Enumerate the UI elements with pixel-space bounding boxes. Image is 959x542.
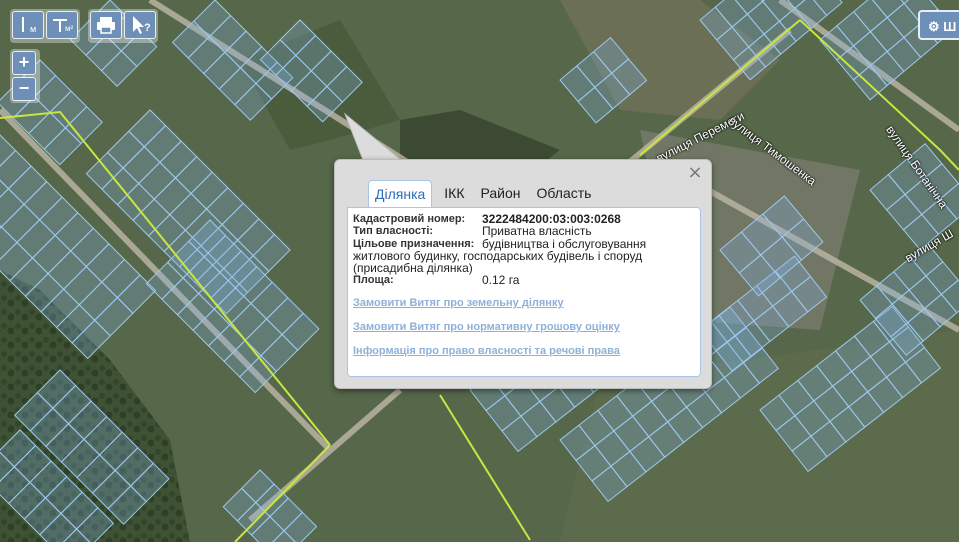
measure-toolbar: м м² xyxy=(10,9,80,43)
measure-length-button[interactable]: м xyxy=(12,11,44,39)
parcel-details-panel: Кадастровий номер: 3222484200:03:003:026… xyxy=(347,207,701,377)
zoom-control: + − xyxy=(10,49,40,103)
close-icon[interactable]: × xyxy=(687,164,703,182)
tab-parcel[interactable]: Ділянка xyxy=(368,180,433,207)
tools-toolbar: ? xyxy=(88,9,158,43)
measure-length-label: м xyxy=(30,24,37,34)
area-label: Площа: xyxy=(353,274,394,286)
ownership-rights-info-link[interactable]: Інформація про право власності та речові… xyxy=(353,345,620,358)
identify-label: ? xyxy=(144,22,151,34)
layers-button[interactable]: ⚙ Ш xyxy=(918,10,959,40)
gear-icon: ⚙ xyxy=(928,19,940,34)
print-button[interactable] xyxy=(90,11,122,39)
popup-tabs: Ділянка ІКК Район Область xyxy=(368,180,599,207)
order-parcel-extract-link[interactable]: Замовити Витяг про земельну ділянку xyxy=(353,297,564,310)
tab-region[interactable]: Область xyxy=(529,180,600,207)
order-valuation-extract-link[interactable]: Замовити Витяг про нормативну грошову оц… xyxy=(353,321,620,334)
area-value: 0.12 га xyxy=(482,273,520,287)
printer-icon xyxy=(97,17,115,34)
measure-area-label: м² xyxy=(65,24,74,33)
tab-ikk[interactable]: ІКК xyxy=(436,180,472,207)
zoom-out-button[interactable]: − xyxy=(12,77,36,101)
measure-area-button[interactable]: м² xyxy=(46,11,78,39)
ownership-label: Тип власності: xyxy=(353,225,434,237)
parcel-info-popup: × Ділянка ІКК Район Область Кадастровий … xyxy=(334,159,712,389)
ruler-icon xyxy=(22,17,24,32)
zoom-in-button[interactable]: + xyxy=(12,51,36,75)
tab-district[interactable]: Район xyxy=(473,180,529,207)
identify-button[interactable]: ? xyxy=(124,11,156,39)
layers-button-label: Ш xyxy=(943,19,957,34)
